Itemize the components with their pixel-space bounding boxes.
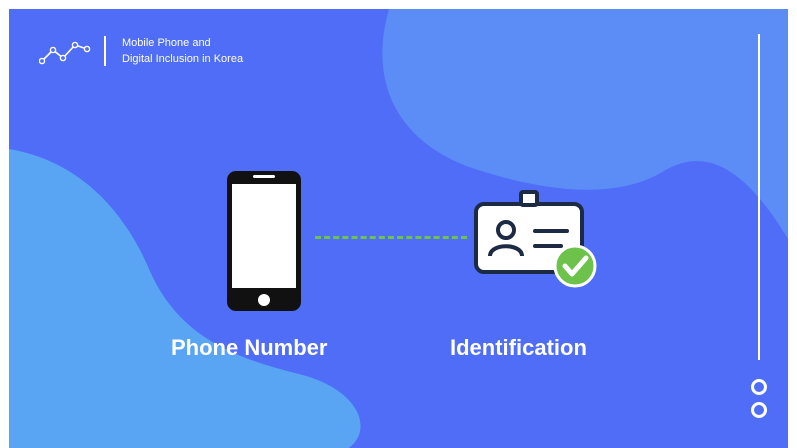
connector-dashed-line (315, 236, 467, 239)
background-blobs (9, 9, 788, 448)
header-divider (104, 36, 106, 66)
trend-line-icon (39, 41, 91, 65)
phone-number-label: Phone Number (171, 335, 328, 360)
slide-dot-2[interactable] (751, 402, 767, 418)
slide: Mobile Phone and Digital Inclusion in Ko… (9, 9, 788, 448)
id-card-verified-icon (474, 190, 597, 288)
header-title-line1: Mobile Phone and (122, 37, 211, 49)
background-blob-lower (9, 149, 361, 448)
header: Mobile Phone and Digital Inclusion in Ko… (39, 35, 243, 67)
identification-label: Identification (450, 335, 587, 360)
slide-dot-1[interactable] (751, 379, 767, 395)
header-title: Mobile Phone and Digital Inclusion in Ko… (122, 35, 243, 67)
smartphone-icon (227, 171, 301, 311)
header-title-line2: Digital Inclusion in Korea (122, 53, 244, 65)
side-progress-line (758, 34, 760, 360)
